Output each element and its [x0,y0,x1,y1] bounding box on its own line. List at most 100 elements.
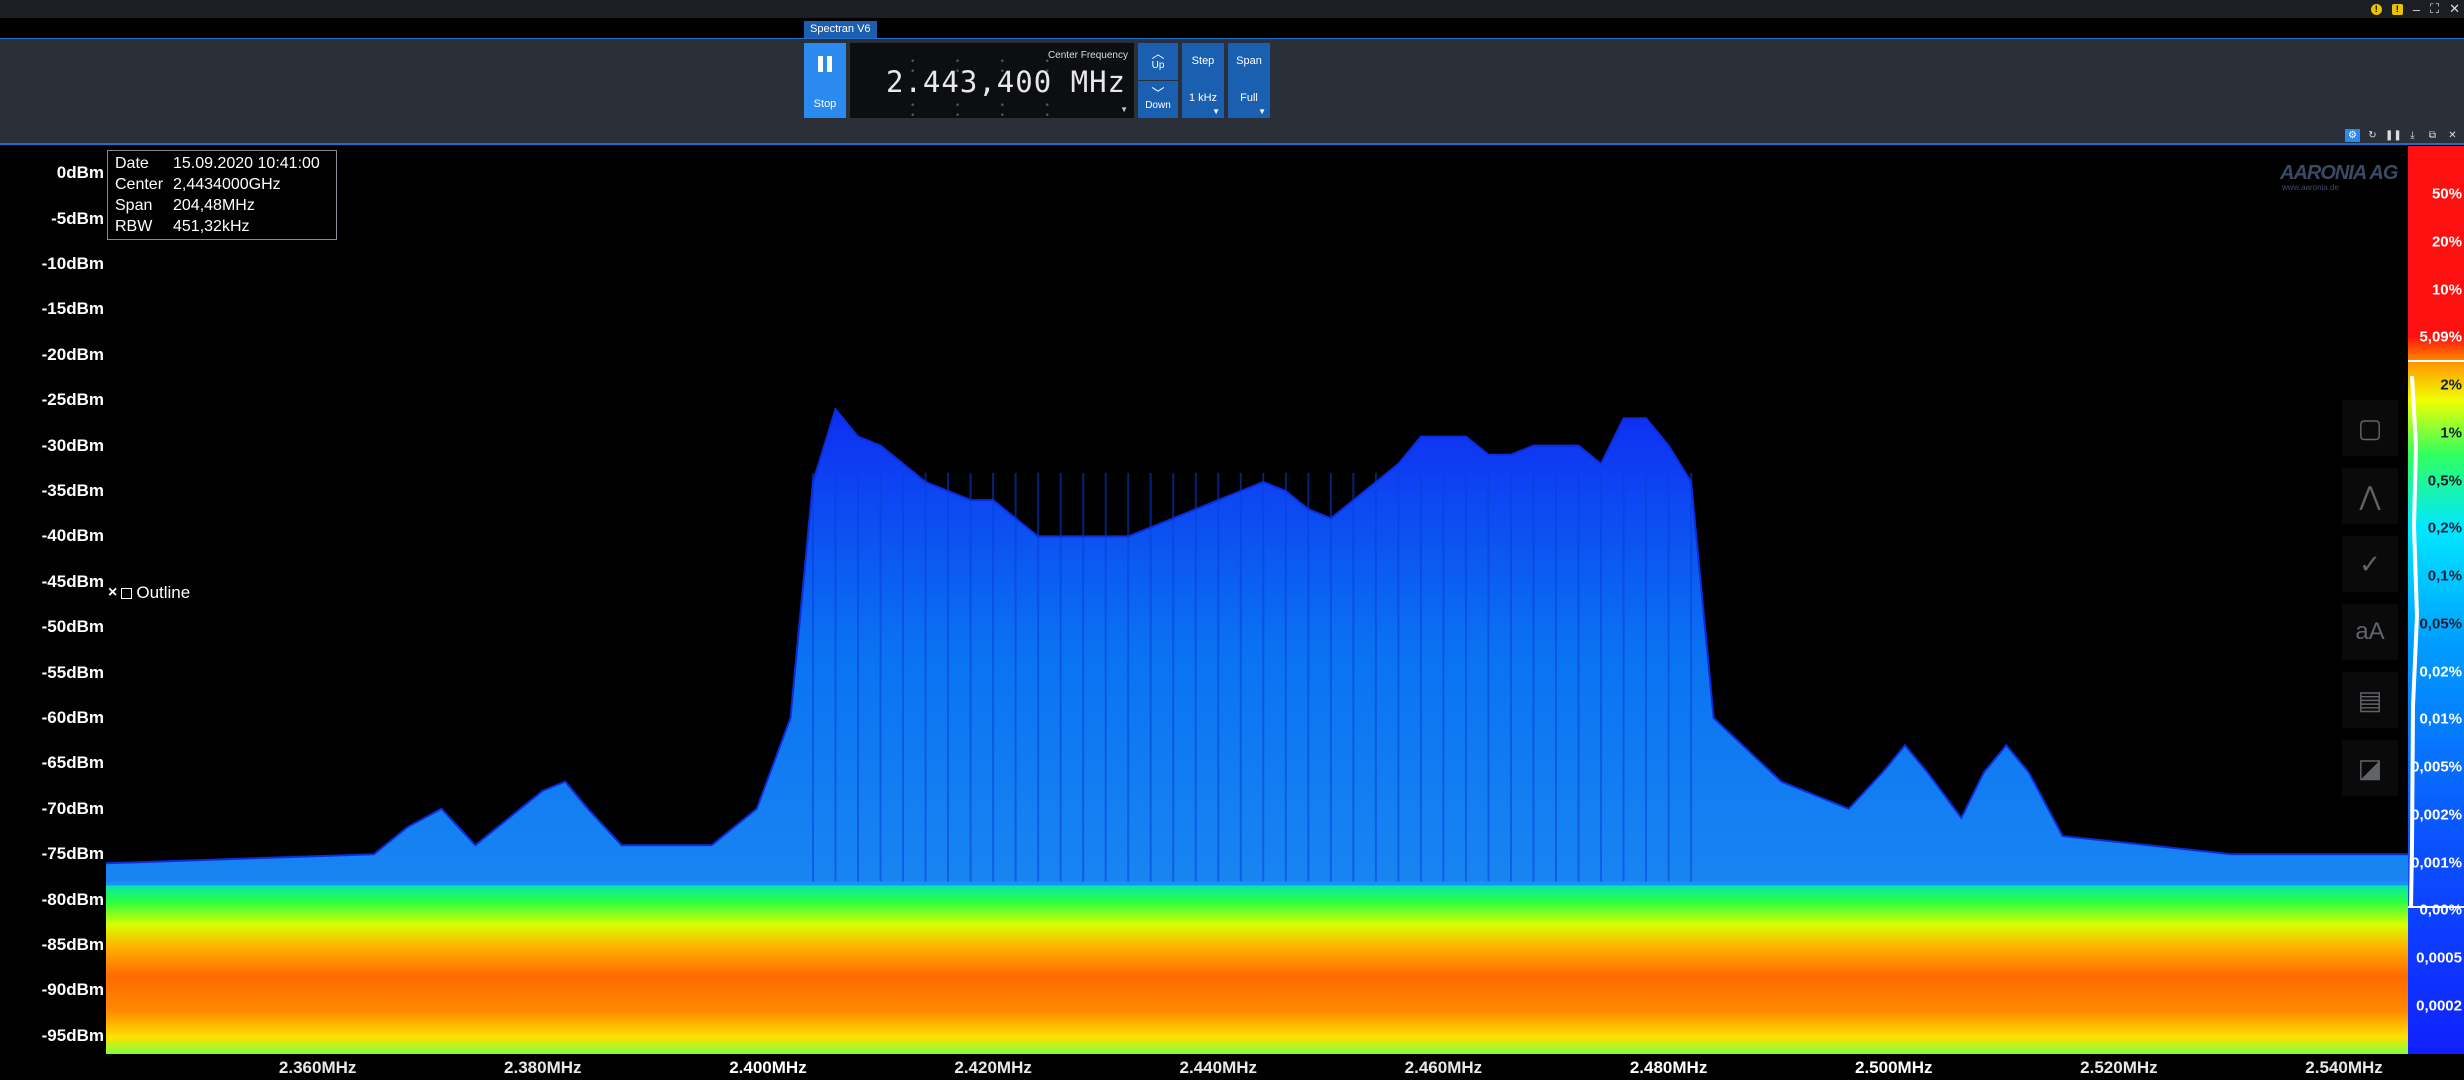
center-frequency-field[interactable]: Center Frequency • • • • • • • • 2.443,4… [850,43,1134,121]
info-icon[interactable]: ! [2370,3,2382,15]
y-tick-label: -75dBm [41,844,104,864]
x-tick-label: 2.360MHz [278,1058,357,1077]
y-tick-label: -30dBm [41,435,104,455]
y-tick-label: -90dBm [41,980,104,1000]
info-center-key: Center [115,176,164,193]
color-scale[interactable]: 50% 20% 10% 5,09% 2% 1% 0,5% 0,2% 0,1% 0,05% 0,02%… [2408,146,2464,1054]
x-tick-label: 2.420MHz [954,1058,1032,1077]
maximize-button[interactable]: ⛶ [2430,1,2439,17]
remove-icon[interactable]: × [108,584,117,602]
stop-label: Stop [813,98,837,110]
minimize-button[interactable]: – [2413,2,2420,17]
undock-icon[interactable]: ⧉ [2425,129,2440,142]
x-tick-label: 2.520MHz [2080,1058,2158,1077]
x-tick-label: 2.460MHz [1404,1058,1483,1077]
x-tick-label: 2.380MHz [504,1058,582,1077]
marker-info-box: Date 15.09.2020 10:41:00 Center 2,443400… [107,150,337,240]
marker-tool-icon[interactable]: ▢ [2342,400,2398,456]
info-date-key: Date [115,155,149,172]
dropdown-arrow-icon: ▼ [1258,107,1266,116]
y-tick-label: -10dBm [41,254,104,274]
color-scale-label: 0,0002 [2416,997,2462,1015]
tab-spectran[interactable]: Spectran V6 [804,21,877,38]
dropdown-arrow-icon: ▼ [1212,107,1220,116]
color-scale-label: 0,0005 [2416,949,2462,967]
y-tick-label: -25dBm [41,390,104,410]
step-label: Step [1191,55,1215,67]
spectrum-svg [106,407,2408,1054]
noise-floor-density [106,881,2408,1054]
y-tick-label: -45dBm [41,571,104,591]
y-tick-label: 0dBm [56,163,104,183]
y-tick-label: -70dBm [41,798,104,818]
y-tick-label: -60dBm [41,708,104,728]
stop-button[interactable]: Stop [804,43,846,118]
info-rbw-row: RBW 451,32kHz [115,218,250,236]
info-rbw-value: 451,32kHz [173,218,250,235]
color-scale-label: 0,05% [2419,615,2462,633]
x-tick-label: 2.400MHz [729,1058,807,1077]
alert-icon[interactable]: ! [2391,3,2403,15]
y-tick-label: -95dBm [41,1025,104,1045]
window-titlebar: ! ! – ⛶ ✕ [0,0,2464,18]
panel-toolbar: ⚙ ↻ ❚❚ ⤓ ⧉ ✕ [2345,129,2460,142]
window-tool-icon[interactable]: ▤ [2342,672,2398,728]
color-scale-label: 0,2% [2427,519,2462,537]
dropdown-arrow-icon[interactable]: ▼ [1120,105,1128,114]
spectrum-plot[interactable] [106,146,2408,1054]
info-date-value: 15.09.2020 10:41:00 [173,155,320,172]
info-rbw-key: RBW [115,218,153,235]
text-size-icon[interactable]: aA [2342,604,2398,660]
info-span-key: Span [115,197,153,214]
frequency-down-button[interactable]: ﹀ Down [1138,81,1178,118]
outline-label: Outline [136,583,191,602]
color-scale-label: 10% [2431,281,2462,299]
y-tick-label: -50dBm [41,617,104,637]
y-axis: 0dBm -5dBm -10dBm -15dBm -20dBm -25dBm -30dBm -… [0,146,106,1066]
color-scale-label: 20% [2431,233,2462,251]
color-scale-label: 1% [2440,424,2462,442]
y-tick-label: -65dBm [41,753,104,773]
download-icon[interactable]: ⤓ [2405,129,2420,142]
span-button[interactable]: Span Full ▼ [1228,43,1270,118]
frequency-up-button[interactable]: ︿ Up [1138,43,1178,81]
y-tick-label: -85dBm [41,935,104,955]
digit-dots-bottom: • • • • • • • • [910,101,1067,121]
x-tick-label: 2.500MHz [1854,1058,1933,1077]
step-value: 1 kHz [1188,92,1218,104]
x-tick-label: 2.540MHz [2305,1058,2383,1077]
color-scale-label: 0,5% [2427,472,2462,490]
color-tool-icon[interactable]: ◪ [2342,740,2398,796]
color-scale-label: 0,001% [2411,854,2462,872]
info-span-value: 204,48MHz [173,197,255,214]
close-panel-icon[interactable]: ✕ [2445,129,2460,142]
refresh-icon[interactable]: ↻ [2365,129,2380,142]
step-button[interactable]: Step 1 kHz ▼ [1182,43,1224,118]
check-tool-icon[interactable]: ✓ [2342,536,2398,592]
y-tick-label: -55dBm [41,662,104,682]
y-tick-label: -40dBm [41,526,104,546]
y-tick-label: -15dBm [41,299,104,319]
checkbox-icon[interactable] [121,587,133,599]
pause-icon [818,56,832,72]
digit-dots-top: • • • • • • • • [910,57,1067,77]
pause-icon[interactable]: ❚❚ [2385,129,2402,142]
info-center-row: Center 2,4434000GHz [115,176,281,194]
color-scale-label: 5,09% [2419,328,2462,346]
aaronia-logo: AARONIA AG www.aaronia.de [2280,152,2410,202]
frequency-up-down: ︿ Up ﹀ Down [1138,43,1178,118]
outline-legend[interactable]: × Outline [108,583,190,603]
color-scale-label: 0,1% [2427,567,2462,585]
color-scale-label: 0,00% [2419,901,2462,919]
logo-text: AARONIA AG [2280,162,2398,184]
close-button[interactable]: ✕ [2449,1,2460,17]
settings-icon[interactable]: ⚙ [2345,129,2360,142]
signal-envelope [106,409,2408,886]
y-tick-label: -20dBm [41,344,104,364]
chevron-down-icon: ﹀ [1151,86,1165,101]
center-frequency-value: 2.443,400 MHz [886,65,1126,99]
color-scale-label: 2% [2440,376,2462,394]
peak-tool-icon[interactable]: ⋀ [2342,468,2398,524]
color-scale-label: 0,005% [2411,758,2462,776]
y-tick-label: -80dBm [41,889,104,909]
